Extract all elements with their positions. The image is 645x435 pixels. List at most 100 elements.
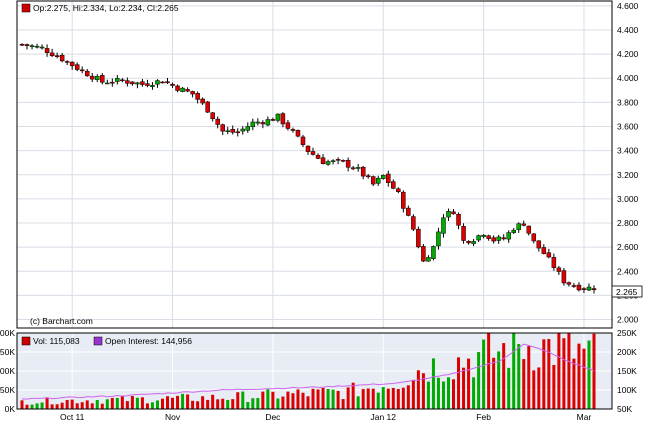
candle-body [401, 191, 406, 209]
volume-tick-label: 200K [0, 328, 15, 338]
volume-bar [537, 367, 541, 409]
candle-body [69, 61, 75, 67]
candle-body [315, 155, 321, 159]
candle-body [581, 288, 587, 290]
volume-bar [50, 404, 54, 409]
candle-body [205, 101, 210, 113]
candle-body [155, 80, 160, 85]
volume-bar [45, 397, 49, 409]
volume-bar [557, 333, 561, 409]
price-tick-label: 2.600 [617, 242, 639, 252]
last-price-label: 2.265 [616, 287, 638, 297]
volume-bar [155, 400, 159, 409]
candle-body [506, 232, 511, 240]
volume-bar [411, 379, 415, 409]
open-interest-tick-label: 150K [617, 366, 637, 376]
volume-bar [221, 398, 225, 409]
candle-body [446, 211, 451, 218]
volume-bar [226, 399, 230, 409]
candle-body [215, 118, 220, 125]
volume-bar [572, 358, 576, 409]
volume-bar [191, 400, 195, 409]
candle-body [34, 45, 40, 48]
volume-bar [216, 399, 220, 409]
volume-bar [125, 401, 129, 409]
volume-bar [351, 382, 355, 409]
candle-body [320, 157, 326, 164]
volume-bar [271, 391, 275, 409]
candle-body [135, 82, 140, 85]
volume-bar [160, 398, 164, 409]
volume-bar [231, 399, 235, 409]
candle-body [64, 61, 70, 63]
candle-body [100, 75, 105, 83]
volume-bar [171, 397, 175, 409]
time-tick-label: Jan 12 [370, 412, 396, 422]
candle-body [330, 160, 336, 162]
volume-bar [100, 403, 104, 409]
volume-bar [567, 333, 571, 409]
candle-body [275, 113, 281, 121]
candle-body [381, 175, 386, 179]
candle-body [130, 81, 135, 85]
volume-axis-labels: 200K 150K 100K 50K 0K [0, 328, 15, 414]
candle-body [220, 124, 225, 132]
candle-body [426, 257, 431, 262]
candle-body [561, 270, 567, 284]
candle-body [365, 175, 371, 178]
volume-bar [60, 402, 64, 409]
volume-bar [401, 387, 405, 409]
candle-body [89, 75, 95, 80]
volume-bar [346, 387, 350, 409]
volume-bar [366, 388, 370, 409]
candle-body [496, 236, 501, 241]
candle-body [481, 234, 486, 237]
volume-bar [376, 392, 380, 409]
candle-body [421, 246, 426, 262]
volume-bar [110, 397, 114, 409]
candle-body [74, 64, 80, 70]
candle-body [576, 284, 582, 291]
volume-bar [301, 392, 305, 409]
candle-body [456, 213, 461, 226]
volume-bar [532, 370, 536, 409]
candle-body [84, 70, 90, 77]
volume-bar [135, 397, 139, 409]
open-interest-legend: Open Interest: 144,956 [105, 336, 192, 346]
candle-body [591, 288, 597, 291]
volume-bar [462, 367, 466, 409]
volume-bar [467, 358, 471, 409]
candle-body [340, 160, 346, 162]
volume-legend-swatch [21, 336, 31, 346]
volume-bar [201, 396, 205, 409]
volume-legend: Vol: 115,083 [33, 336, 80, 346]
candle-body [79, 69, 85, 72]
candle-body [526, 225, 532, 234]
volume-bar [211, 394, 215, 409]
price-tick-label: 4.000 [617, 73, 639, 83]
volume-bar [40, 402, 44, 409]
volume-bar [341, 399, 345, 409]
candle-body [461, 226, 466, 241]
volume-bar [90, 403, 94, 409]
price-tick-label: 4.400 [617, 25, 639, 35]
candle-body [370, 176, 376, 185]
volume-bar [452, 379, 456, 409]
candle-body [431, 246, 436, 259]
candle-body [225, 130, 230, 132]
candle-body [391, 181, 396, 189]
candle-body [110, 81, 115, 84]
volume-bar [587, 340, 591, 409]
volume-bar [582, 348, 586, 409]
time-tick-label: Mar [577, 412, 592, 422]
candle-body [566, 282, 572, 285]
candle-body [29, 45, 35, 47]
open-interest-legend-swatch [93, 336, 103, 346]
volume-bar [396, 389, 400, 409]
volume-bar [55, 404, 59, 409]
volume-bar [512, 333, 516, 409]
candle-body [491, 237, 496, 242]
volume-bar [311, 388, 315, 409]
volume-bar [30, 404, 34, 409]
candle-body [115, 78, 120, 82]
